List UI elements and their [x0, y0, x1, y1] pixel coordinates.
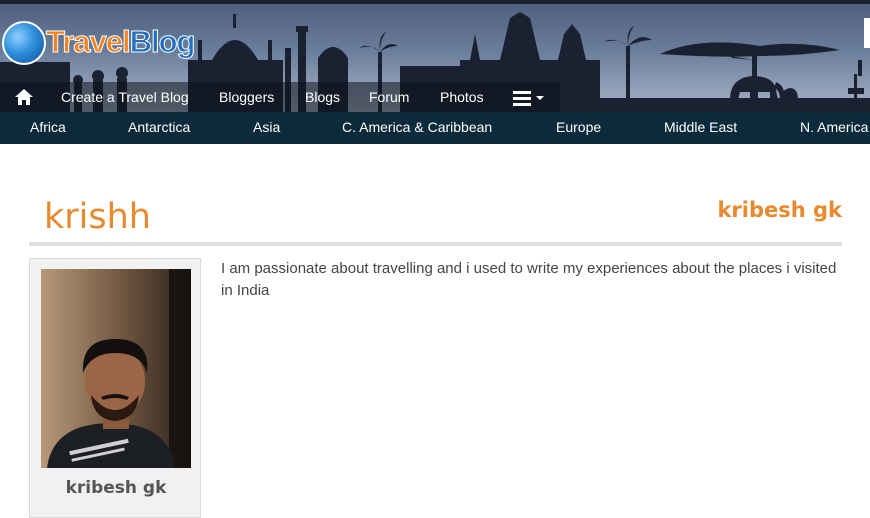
globe-icon [2, 21, 46, 65]
region-africa[interactable]: Africa [30, 112, 66, 144]
nav-photos[interactable]: Photos [440, 82, 484, 112]
profile-bio: I am passionate about travelling and i u… [221, 260, 837, 299]
region-middle-east[interactable]: Middle East [664, 112, 737, 144]
nav-bloggers[interactable]: Bloggers [219, 82, 274, 112]
author-name-link[interactable]: kribesh gk [717, 198, 842, 222]
logo-text-travel: Travel [46, 24, 132, 60]
region-north-america[interactable]: N. America [800, 112, 868, 144]
avatar[interactable] [41, 269, 191, 468]
home-icon[interactable] [14, 88, 34, 106]
page-title: krishh [44, 197, 151, 237]
region-antarctica[interactable]: Antarctica [128, 112, 190, 144]
region-central-america-caribbean[interactable]: C. America & Caribbean [342, 112, 492, 144]
nav-forum[interactable]: Forum [369, 82, 409, 112]
profile-card-name[interactable]: kribesh gk [30, 478, 202, 498]
hamburger-menu-icon[interactable] [513, 90, 545, 106]
travelblog-logo[interactable]: TravelBlog [2, 20, 202, 68]
region-asia[interactable]: Asia [253, 112, 280, 144]
profile-card: kribesh gk [29, 258, 201, 518]
heading-divider [29, 242, 842, 246]
region-europe[interactable]: Europe [556, 112, 601, 144]
region-navigation: Africa Antarctica Asia C. America & Cari… [0, 112, 870, 144]
logo-text-blog: Blog [129, 24, 196, 60]
nav-create-travel-blog[interactable]: Create a Travel Blog [61, 82, 189, 112]
nav-blogs[interactable]: Blogs [305, 82, 340, 112]
caret-down-icon [536, 96, 544, 100]
